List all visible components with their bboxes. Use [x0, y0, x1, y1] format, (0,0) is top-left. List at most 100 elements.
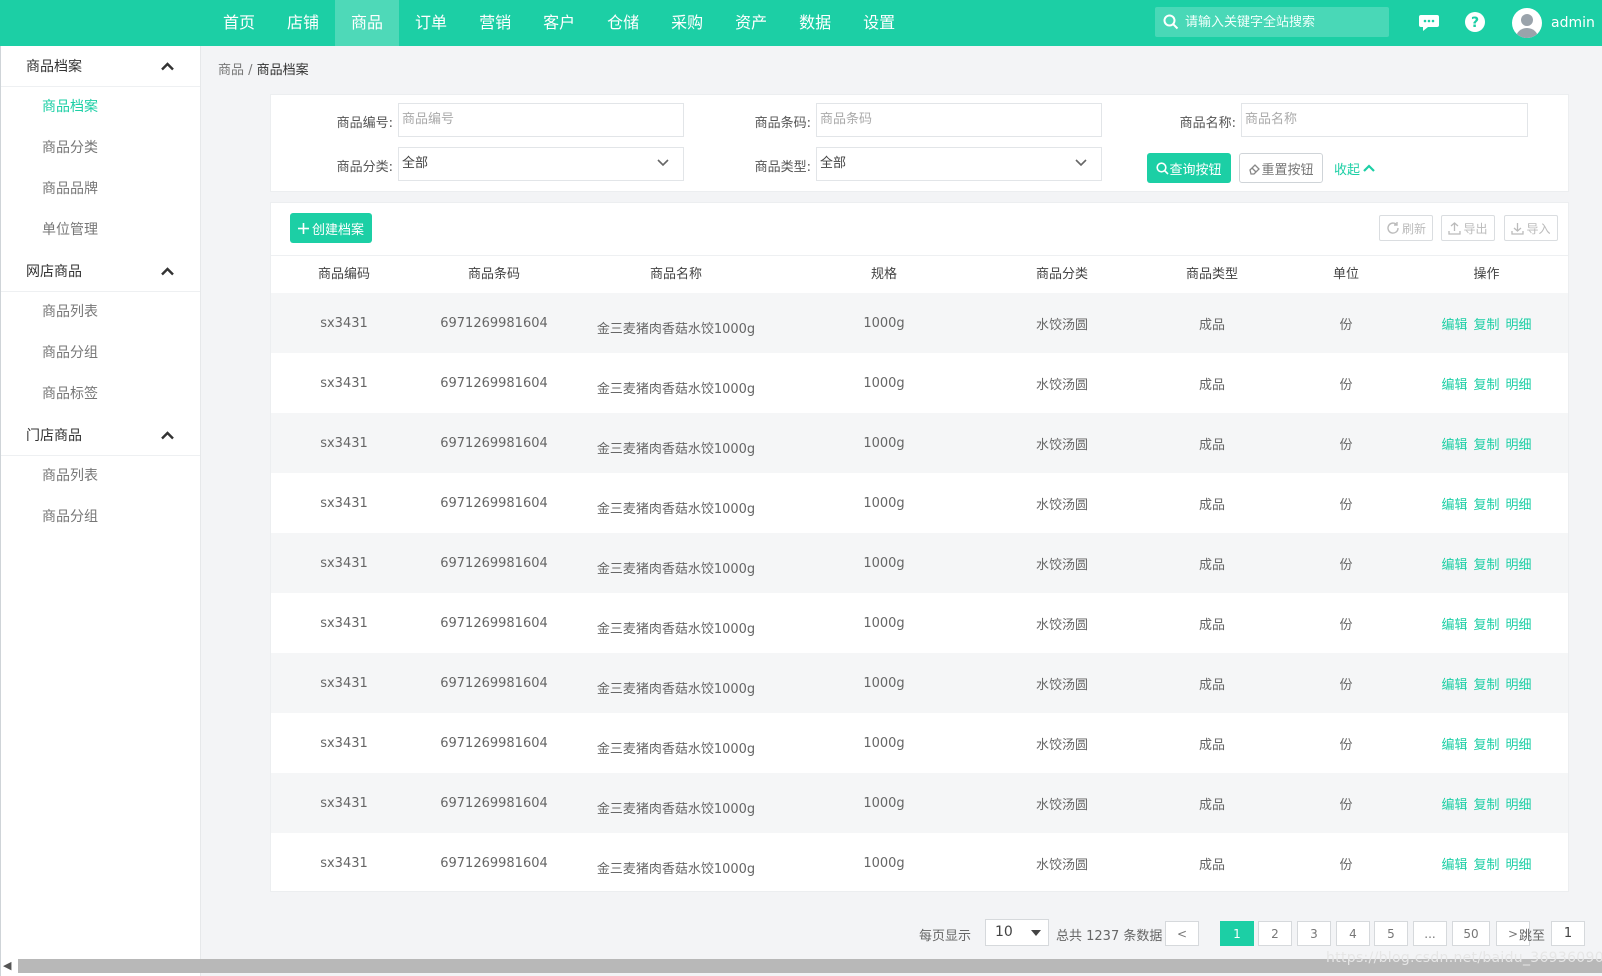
copy-link[interactable]: 复制	[1473, 374, 1499, 393]
sidebar-item-1-1[interactable]: 商品分组	[1, 333, 200, 374]
sidebar-item-2-0[interactable]: 商品列表	[1, 456, 200, 497]
nav-item-4[interactable]: 营销	[463, 0, 527, 46]
cell-name: 金三麦猪肉香菇水饺1000g	[596, 561, 756, 577]
detail-link[interactable]: 明细	[1506, 614, 1532, 633]
column-header: 规格	[870, 267, 897, 282]
sidebar-group-1[interactable]: 网店商品	[1, 251, 200, 292]
page-button-4[interactable]: 4	[1336, 921, 1370, 946]
cell-unit: 份	[1339, 677, 1353, 693]
reset-button[interactable]: 重置按钮	[1239, 153, 1323, 183]
copy-link[interactable]: 复制	[1473, 674, 1499, 693]
copy-link[interactable]: 复制	[1473, 314, 1499, 333]
barcode-input[interactable]: 商品条码	[816, 103, 1102, 137]
table-row: sx3431 6971269981604 金三麦猪肉香菇水饺1000g 1000g 水饺…	[271, 473, 1568, 533]
jump-input[interactable]: 1	[1551, 921, 1585, 946]
export-button[interactable]: 导出	[1441, 215, 1495, 241]
nav-item-6[interactable]: 仓储	[591, 0, 655, 46]
edit-link[interactable]: 编辑	[1441, 734, 1467, 753]
edit-link[interactable]: 编辑	[1441, 854, 1467, 873]
sidebar-item-2-1[interactable]: 商品分组	[1, 497, 200, 538]
sidebar-group-0[interactable]: 商品档案	[1, 46, 200, 87]
row-actions: 编辑 复制 明细	[1405, 794, 1568, 813]
nav-item-0[interactable]: 首页	[207, 0, 271, 46]
detail-link[interactable]: 明细	[1506, 374, 1532, 393]
cell-spec: 1000g	[863, 675, 905, 691]
sidebar-item-1-0[interactable]: 商品列表	[1, 292, 200, 333]
cell-name: 金三麦猪肉香菇水饺1000g	[596, 501, 756, 517]
copy-link[interactable]: 复制	[1473, 434, 1499, 453]
page-button-50[interactable]: 50	[1452, 921, 1490, 946]
sidebar-item-0-3[interactable]: 单位管理	[1, 210, 200, 251]
detail-link[interactable]: 明细	[1506, 674, 1532, 693]
edit-link[interactable]: 编辑	[1441, 794, 1467, 813]
detail-link[interactable]: 明细	[1506, 794, 1532, 813]
detail-link[interactable]: 明细	[1506, 854, 1532, 873]
nav-item-1[interactable]: 店铺	[271, 0, 335, 46]
edit-link[interactable]: 编辑	[1441, 674, 1467, 693]
filter-panel: 商品编号: 商品编号 商品条码: 商品条码 商品名称: 商品名称 商品分类: 全…	[270, 94, 1569, 192]
query-button[interactable]: 查询按钮	[1147, 153, 1231, 183]
code-input[interactable]: 商品编号	[398, 103, 684, 137]
edit-link[interactable]: 编辑	[1441, 434, 1467, 453]
nav-item-2[interactable]: 商品	[335, 0, 400, 46]
import-button[interactable]: 导入	[1504, 215, 1558, 241]
cell-barcode: 6971269981604	[440, 375, 548, 391]
page-button-5[interactable]: 5	[1374, 921, 1408, 946]
sidebar-group-2[interactable]: 门店商品	[1, 415, 200, 456]
copy-link[interactable]: 复制	[1473, 614, 1499, 633]
nav-item-10[interactable]: 设置	[847, 0, 911, 46]
page-button-1[interactable]: 1	[1220, 921, 1254, 946]
copy-link[interactable]: 复制	[1473, 494, 1499, 513]
create-archive-button[interactable]: 创建档案	[290, 213, 372, 243]
sidebar-group-title: 商品档案	[26, 59, 82, 75]
nav-item-7[interactable]: 采购	[655, 0, 719, 46]
cell-spec: 1000g	[863, 375, 905, 391]
per-page-label: 每页显示	[919, 928, 972, 944]
detail-link[interactable]: 明细	[1506, 494, 1532, 513]
breadcrumb-parent[interactable]: 商品	[218, 63, 244, 78]
sidebar-item-0-2[interactable]: 商品品牌	[1, 169, 200, 210]
cell-unit: 份	[1339, 617, 1353, 633]
cell-code: sx3431	[320, 555, 368, 571]
detail-link[interactable]: 明细	[1506, 734, 1532, 753]
refresh-button[interactable]: 刷新	[1379, 215, 1433, 241]
cell-name: 金三麦猪肉香菇水饺1000g	[596, 621, 756, 637]
type-select[interactable]: 全部	[816, 147, 1102, 181]
detail-link[interactable]: 明细	[1506, 434, 1532, 453]
sidebar-item-0-1[interactable]: 商品分类	[1, 128, 200, 169]
copy-link[interactable]: 复制	[1473, 734, 1499, 753]
page-button-2[interactable]: 2	[1258, 921, 1292, 946]
sidebar-item-0-0[interactable]: 商品档案	[1, 87, 200, 128]
copy-link[interactable]: 复制	[1473, 554, 1499, 573]
search-input[interactable]	[1185, 14, 1375, 30]
user-menu[interactable]: admin	[1512, 6, 1595, 40]
copy-link[interactable]: 复制	[1473, 794, 1499, 813]
nav-item-9[interactable]: 数据	[783, 0, 847, 46]
copy-link[interactable]: 复制	[1473, 854, 1499, 873]
help-icon[interactable]: ?	[1464, 11, 1486, 33]
per-page-select[interactable]: 10	[985, 919, 1049, 946]
message-icon[interactable]	[1418, 11, 1440, 33]
page-button-...[interactable]: ...	[1413, 921, 1447, 946]
refresh-icon	[1387, 222, 1399, 234]
edit-link[interactable]: 编辑	[1441, 554, 1467, 573]
detail-link[interactable]: 明细	[1506, 314, 1532, 333]
sidebar-item-1-2[interactable]: 商品标签	[1, 374, 200, 415]
page-button-3[interactable]: 3	[1297, 921, 1331, 946]
nav-item-5[interactable]: 客户	[527, 0, 591, 46]
edit-link[interactable]: 编辑	[1441, 374, 1467, 393]
scroll-left-arrow[interactable]: ◀	[3, 959, 15, 973]
prev-page-button[interactable]: <	[1165, 921, 1199, 946]
global-search[interactable]	[1155, 7, 1389, 37]
category-label: 商品分类:	[336, 160, 393, 175]
edit-link[interactable]: 编辑	[1441, 494, 1467, 513]
nav-item-8[interactable]: 资产	[719, 0, 783, 46]
collapse-toggle[interactable]: 收起	[1334, 159, 1375, 178]
category-select[interactable]: 全部	[398, 147, 684, 181]
nav-item-3[interactable]: 订单	[399, 0, 463, 46]
edit-link[interactable]: 编辑	[1441, 614, 1467, 633]
name-input[interactable]: 商品名称	[1241, 103, 1528, 137]
cell-code: sx3431	[320, 675, 368, 691]
edit-link[interactable]: 编辑	[1441, 314, 1467, 333]
detail-link[interactable]: 明细	[1506, 554, 1532, 573]
